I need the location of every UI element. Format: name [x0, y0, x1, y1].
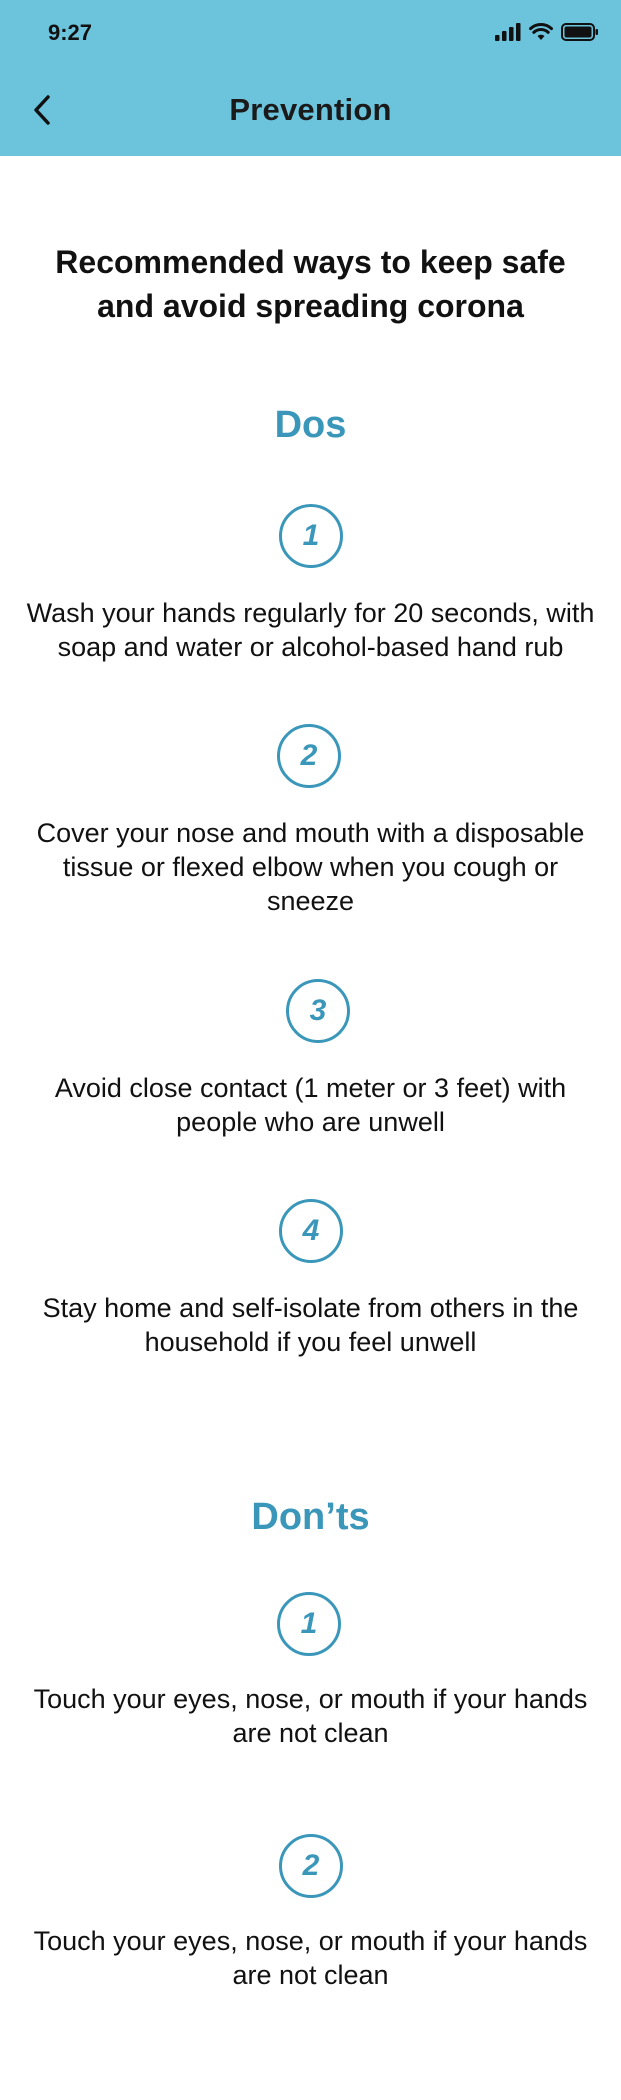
- donts-item-2-text: Touch your eyes, nose, or mouth if your …: [33, 1926, 588, 1990]
- dos-item-1-number: 1: [279, 504, 343, 568]
- dos-item-2-number: 2: [277, 724, 341, 788]
- dos-item-4-text: Stay home and self-isolate from others i…: [42, 1293, 579, 1357]
- dos-section-title: Dos: [274, 404, 347, 446]
- dos-item-4-number: 4: [279, 1199, 343, 1263]
- donts-item-2-number: 2: [279, 1834, 343, 1898]
- intro-heading: Recommended ways to keep safe and avoid …: [55, 244, 566, 324]
- status-time: 9:27: [48, 20, 93, 45]
- donts-item-1-number: 1: [277, 1592, 341, 1656]
- wifi-icon: [529, 22, 553, 46]
- dos-item-3-text: Avoid close contact (1 meter or 3 feet) …: [54, 1073, 567, 1137]
- donts-section-title: Don’ts: [251, 1496, 370, 1538]
- status-icons: [495, 22, 599, 46]
- dos-item-1-text: Wash your hands regularly for 20 seconds…: [26, 598, 595, 662]
- cellular-signal-icon: [495, 22, 521, 46]
- dos-item-2-text: Cover your nose and mouth with a disposa…: [36, 818, 585, 916]
- donts-item-1-text: Touch your eyes, nose, or mouth if your …: [33, 1684, 588, 1748]
- page-title: Prevention: [229, 92, 392, 127]
- battery-icon: [561, 22, 599, 46]
- dos-item-3-number: 3: [286, 979, 350, 1043]
- header-bar: 9:27 Prevention: [0, 0, 621, 156]
- prevention-screen: 9:27 Prevention Recommended ways to keep…: [0, 0, 621, 2100]
